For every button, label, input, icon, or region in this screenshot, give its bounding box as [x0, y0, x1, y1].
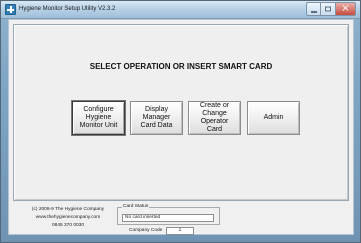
app-icon	[5, 4, 16, 15]
maximize-icon	[325, 6, 331, 12]
close-icon: ×	[341, 3, 350, 14]
minimize-icon	[310, 11, 317, 13]
dialog-client-area: SELECT OPERATION OR INSERT SMART CARD Co…	[8, 19, 354, 235]
close-button[interactable]: ×	[336, 2, 356, 16]
configure-hygiene-monitor-unit-button[interactable]: Configure Hygiene Monitor Unit	[72, 101, 125, 135]
display-manager-card-data-button[interactable]: Display Manager Card Data	[130, 101, 183, 135]
card-status-group: Card Status No card inserted	[117, 204, 220, 225]
maximize-button[interactable]	[321, 2, 336, 16]
window-title: Hygiene Monitor Setup Utility V2.3.2	[19, 6, 116, 12]
create-or-change-operator-card-button[interactable]: Create or Change Operator Card	[188, 101, 241, 135]
card-status-field: No card inserted	[122, 214, 214, 222]
card-status-label: Card Status	[122, 204, 150, 210]
company-code-field: 1	[166, 227, 194, 235]
admin-button[interactable]: Admin	[247, 101, 300, 135]
company-code-label: Company Code	[129, 228, 163, 233]
copyright-text: (c) 2008-9 The Hygiene Company	[31, 207, 105, 212]
website-text: www.thehygienecompany.com	[35, 215, 101, 220]
minimize-button[interactable]	[306, 2, 321, 16]
phone-number: 0845 370 0030	[51, 223, 84, 228]
company-info: (c) 2008-9 The Hygiene Company www.thehy…	[25, 206, 111, 230]
window-controls: ×	[306, 2, 356, 16]
title-bar[interactable]: Hygiene Monitor Setup Utility V2.3.2 ×	[1, 1, 360, 19]
page-title: SELECT OPERATION OR INSERT SMART CARD	[89, 62, 273, 71]
app-window: Hygiene Monitor Setup Utility V2.3.2 × S…	[0, 0, 361, 243]
operation-panel: SELECT OPERATION OR INSERT SMART CARD Co…	[13, 24, 349, 201]
